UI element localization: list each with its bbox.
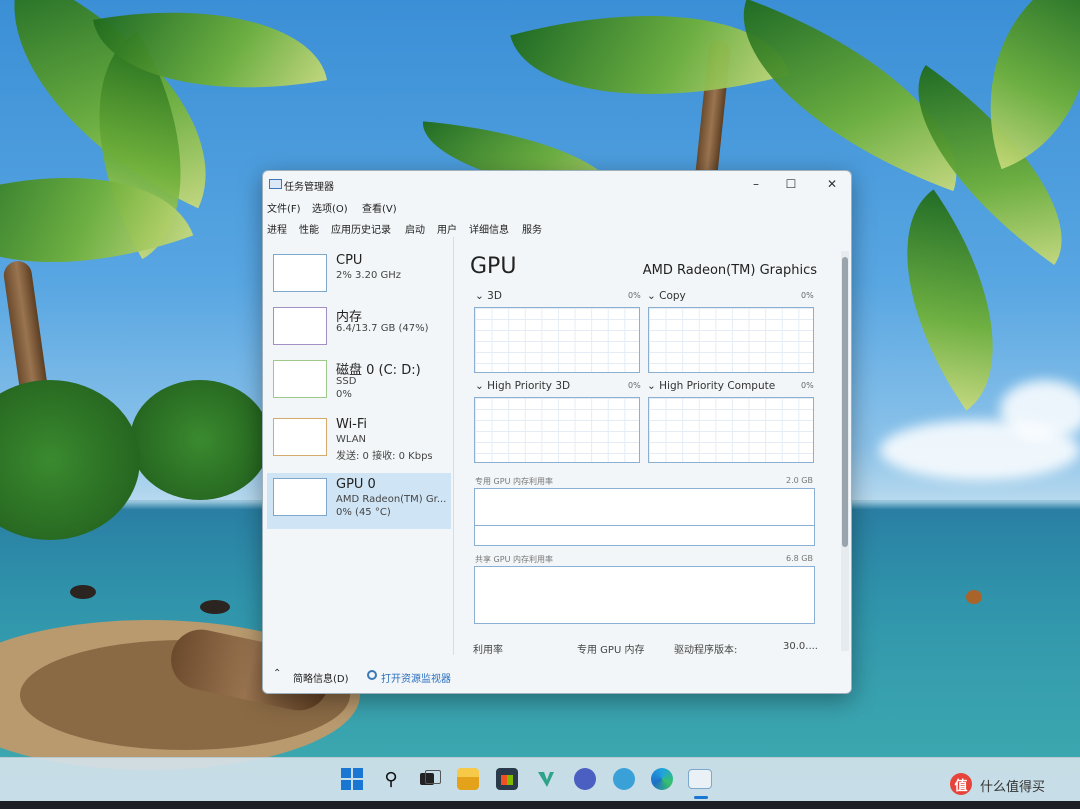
sidebar-item-detail: WLAN xyxy=(336,434,367,445)
tab-startup[interactable]: 启动 xyxy=(405,221,425,236)
tab-users[interactable]: 用户 xyxy=(437,221,457,236)
app-icon[interactable] xyxy=(574,768,596,790)
performance-sidebar: CPU 2% 3.20 GHz 内存 6.4/13.7 GB (47%) 磁盘 … xyxy=(267,249,451,649)
shared-memory-value: 6.8 GB xyxy=(786,554,813,563)
sidebar-item-memory[interactable]: 内存 6.4/13.7 GB (47%) xyxy=(267,302,451,358)
open-resource-monitor-link[interactable]: 打开资源监视器 xyxy=(381,670,451,685)
sidebar-item-label: CPU xyxy=(336,253,363,268)
resource-monitor-icon[interactable] xyxy=(367,670,377,680)
pane-divider xyxy=(453,237,454,655)
menu-view[interactable]: 查看(V) xyxy=(362,200,397,215)
app-icon[interactable] xyxy=(535,768,557,790)
sidebar-item-label: GPU 0 xyxy=(336,477,376,492)
active-app-indicator xyxy=(694,796,708,799)
sidebar-item-wifi[interactable]: Wi-Fi WLAN 发送: 0 接收: 0 Kbps xyxy=(267,413,451,469)
task-manager-app-icon xyxy=(269,179,282,189)
task-manager-window: 任务管理器 – ☐ ✕ 文件(F) 选项(O) 查看(V) 进程 性能 应用历史… xyxy=(262,170,852,694)
sidebar-item-detail: 2% 3.20 GHz xyxy=(336,270,402,281)
tab-details[interactable]: 详细信息 xyxy=(469,221,509,236)
tab-services[interactable]: 服务 xyxy=(522,221,542,236)
sidebar-item-label: Wi-Fi xyxy=(336,417,368,432)
maximize-button[interactable]: ☐ xyxy=(776,174,806,194)
menu-options[interactable]: 选项(O) xyxy=(312,200,348,215)
gpu-title: GPU xyxy=(470,254,517,279)
graph-high-priority-3d-label[interactable]: ⌄ High Priority 3D xyxy=(475,380,570,392)
graph-copy-percent: 0% xyxy=(801,291,814,300)
watermark-badge: 值 xyxy=(950,773,972,795)
sidebar-item-detail: 发送: 0 接收: 0 Kbps xyxy=(336,451,433,462)
app-icon[interactable] xyxy=(613,768,635,790)
taskbar: ⚲ xyxy=(0,757,1080,801)
task-view-icon[interactable] xyxy=(418,768,441,790)
title-bar[interactable]: 任务管理器 – ☐ ✕ xyxy=(263,171,851,197)
sidebar-item-cpu[interactable]: CPU 2% 3.20 GHz xyxy=(267,249,451,305)
dedicated-gpu-memory-label: 专用 GPU 内存 xyxy=(577,645,645,656)
disk-thumbnail-graph xyxy=(273,360,327,398)
graph-3d-label[interactable]: ⌄ 3D xyxy=(475,290,502,302)
edge-icon[interactable] xyxy=(651,768,673,790)
menu-file[interactable]: 文件(F) xyxy=(267,200,301,215)
wifi-thumbnail-graph xyxy=(273,418,327,456)
graph-3d xyxy=(474,307,640,373)
graph-copy xyxy=(648,307,814,373)
graph-high-priority-compute-label[interactable]: ⌄ High Priority Compute xyxy=(647,380,775,392)
scrollbar-thumb[interactable] xyxy=(842,257,848,547)
start-icon[interactable] xyxy=(341,768,363,790)
status-bar: ⌃ 简略信息(D) 打开资源监视器 xyxy=(263,659,851,693)
driver-version-label: 驱动程序版本: xyxy=(674,645,738,656)
cpu-thumbnail-graph xyxy=(273,254,327,292)
tab-processes[interactable]: 进程 xyxy=(267,221,287,236)
tab-app-history[interactable]: 应用历史记录 xyxy=(331,221,391,236)
screen-bezel xyxy=(0,801,1080,809)
memory-thumbnail-graph xyxy=(273,307,327,345)
vertical-scrollbar[interactable] xyxy=(841,251,849,651)
dedicated-memory-graph xyxy=(474,488,815,546)
sidebar-item-detail: SSD xyxy=(336,376,357,387)
sidebar-item-gpu[interactable]: GPU 0 AMD Radeon(TM) Gr... 0% (45 °C) xyxy=(267,473,451,529)
graph-high-priority-compute-percent: 0% xyxy=(801,381,814,390)
gpu-model: AMD Radeon(TM) Graphics xyxy=(642,263,817,278)
tab-performance[interactable]: 性能 xyxy=(299,221,319,236)
menu-bar: 文件(F) 选项(O) 查看(V) xyxy=(263,198,851,216)
watermark-text: 什么值得买 xyxy=(980,780,1046,795)
graph-copy-label[interactable]: ⌄ Copy xyxy=(647,290,686,302)
sidebar-item-detail: AMD Radeon(TM) Gr... xyxy=(336,494,447,505)
gpu-thumbnail-graph xyxy=(273,478,327,516)
search-icon[interactable]: ⚲ xyxy=(380,768,402,790)
sidebar-item-detail: 0% (45 °C) xyxy=(336,507,391,518)
driver-version-value: 30.0.... xyxy=(783,641,818,652)
gpu-details-pane: GPU AMD Radeon(TM) Graphics ⌄ 3D 0% ⌄ Co… xyxy=(463,249,843,659)
task-manager-icon[interactable] xyxy=(688,769,712,789)
graph-high-priority-3d xyxy=(474,397,640,463)
dedicated-memory-value: 2.0 GB xyxy=(786,476,813,485)
dedicated-memory-label: 专用 GPU 内存利用率 xyxy=(475,477,553,486)
minimize-button[interactable]: – xyxy=(741,174,771,194)
graph-high-priority-3d-percent: 0% xyxy=(628,381,641,390)
fewer-details-button[interactable]: 简略信息(D) xyxy=(293,670,349,685)
store-icon[interactable] xyxy=(496,768,518,790)
graph-high-priority-compute xyxy=(648,397,814,463)
sidebar-item-detail: 0% xyxy=(336,389,352,400)
graph-3d-percent: 0% xyxy=(628,291,641,300)
close-button[interactable]: ✕ xyxy=(817,174,847,194)
shared-memory-graph xyxy=(474,566,815,624)
chevron-up-icon[interactable]: ⌃ xyxy=(273,668,281,679)
window-title: 任务管理器 xyxy=(284,182,334,193)
tab-bar: 进程 性能 应用历史记录 启动 用户 详细信息 服务 xyxy=(263,218,851,236)
file-explorer-icon[interactable] xyxy=(457,768,479,790)
sidebar-item-disk[interactable]: 磁盘 0 (C: D:) SSD 0% xyxy=(267,355,451,411)
utilization-label: 利用率 xyxy=(473,645,503,656)
sidebar-item-detail: 6.4/13.7 GB (47%) xyxy=(336,323,429,334)
shared-memory-label: 共享 GPU 内存利用率 xyxy=(475,555,553,564)
